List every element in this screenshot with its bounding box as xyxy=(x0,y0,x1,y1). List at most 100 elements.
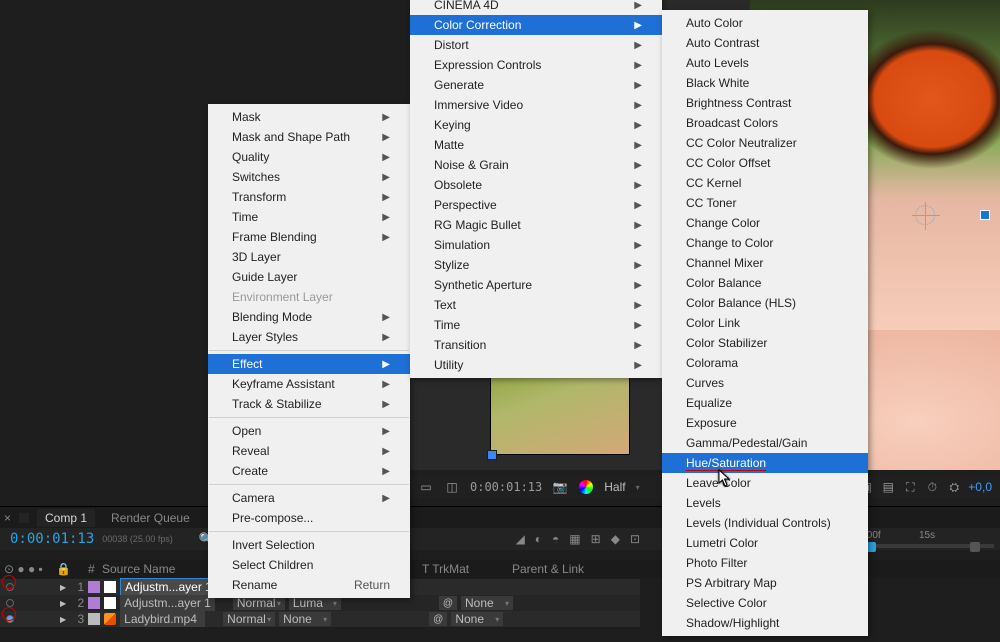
render-icon[interactable]: ⛶ xyxy=(902,479,918,495)
menu-item-cc-toner[interactable]: CC Toner xyxy=(662,193,868,213)
menu-item-effect[interactable]: Effect▶ xyxy=(208,354,410,374)
menu-item-auto-levels[interactable]: Auto Levels xyxy=(662,53,868,73)
menu-item-transform[interactable]: Transform▶ xyxy=(208,187,410,207)
menu-item-expression-controls[interactable]: Expression Controls▶ xyxy=(410,55,662,75)
menu-item-mask-and-shape-path[interactable]: Mask and Shape Path▶ xyxy=(208,127,410,147)
menu-item-camera[interactable]: Camera▶ xyxy=(208,488,410,508)
menu-item-change-color[interactable]: Change Color xyxy=(662,213,868,233)
layer-name[interactable]: Ladybird.mp4 xyxy=(120,611,205,627)
menu-item-pre-compose[interactable]: Pre-compose... xyxy=(208,508,410,528)
magnification-icon[interactable]: ▭ xyxy=(418,479,434,495)
channel-button[interactable] xyxy=(578,479,594,495)
menu-item-auto-color[interactable]: Auto Color xyxy=(662,13,868,33)
menu-item-colorama[interactable]: Colorama xyxy=(662,353,868,373)
parent-pickwhip-icon[interactable]: @ xyxy=(439,596,457,610)
expand-icon[interactable]: ▶ xyxy=(60,599,66,608)
layer-row[interactable]: ▶ 3 Ladybird.mp4 Normal▾ None▾ @ None▾ xyxy=(0,611,640,627)
menu-item-generate[interactable]: Generate▶ xyxy=(410,75,662,95)
menu-item-equalize[interactable]: Equalize xyxy=(662,393,868,413)
menu-item-cc-color-neutralizer[interactable]: CC Color Neutralizer xyxy=(662,133,868,153)
columns-icon[interactable]: ⊞ xyxy=(591,532,601,546)
menu-item-gamma-pedestal-gain[interactable]: Gamma/Pedestal/Gain xyxy=(662,433,868,453)
timeline-icon[interactable]: ⏱ xyxy=(924,479,940,495)
menu-item-cc-color-offset[interactable]: CC Color Offset xyxy=(662,153,868,173)
layer-name[interactable]: Adjustm...ayer 1 xyxy=(120,595,215,611)
switches-icon[interactable]: ⊡ xyxy=(630,532,640,546)
menu-item-curves[interactable]: Curves xyxy=(662,373,868,393)
exposure-value[interactable]: +0,0 xyxy=(968,480,992,494)
menu-item-exposure[interactable]: Exposure xyxy=(662,413,868,433)
current-timecode[interactable]: 0:00:01:13 xyxy=(10,531,94,547)
blend-mode-dropdown[interactable]: Normal▾ xyxy=(223,612,275,626)
menu-item-brightness-contrast[interactable]: Brightness Contrast xyxy=(662,93,868,113)
menu-item-matte[interactable]: Matte▶ xyxy=(410,135,662,155)
menu-item-quality[interactable]: Quality▶ xyxy=(208,147,410,167)
track-matte-dropdown[interactable]: None▾ xyxy=(279,612,331,626)
visibility-toggle-icon[interactable] xyxy=(6,599,14,607)
menu-item-lumetri-color[interactable]: Lumetri Color xyxy=(662,533,868,553)
menu-item-create[interactable]: Create▶ xyxy=(208,461,410,481)
menu-item-blending-mode[interactable]: Blending Mode▶ xyxy=(208,307,410,327)
layer-name[interactable]: Adjustm...ayer 1 xyxy=(120,578,217,596)
menu-item-time[interactable]: Time▶ xyxy=(410,315,662,335)
menu-item-color-balance-hls[interactable]: Color Balance (HLS) xyxy=(662,293,868,313)
menu-item-black-white[interactable]: Black White xyxy=(662,73,868,93)
menu-item-color-correction[interactable]: Color Correction▶ xyxy=(410,15,662,35)
menu-item-guide-layer[interactable]: Guide Layer xyxy=(208,267,410,287)
shutter-icon[interactable]: ⛭ xyxy=(946,479,962,495)
composition-tab[interactable]: Comp 1 xyxy=(37,509,95,527)
menu-item-selective-color[interactable]: Selective Color xyxy=(662,593,868,613)
menu-item-mask[interactable]: Mask▶ xyxy=(208,107,410,127)
expand-icon[interactable]: ▶ xyxy=(60,615,66,624)
menu-item-rg-magic-bullet[interactable]: RG Magic Bullet▶ xyxy=(410,215,662,235)
menu-item-layer-styles[interactable]: Layer Styles▶ xyxy=(208,327,410,347)
guides-icon[interactable]: ▤ xyxy=(880,479,896,495)
resolution-dropdown[interactable]: Half xyxy=(604,480,625,494)
label-color-swatch[interactable] xyxy=(88,597,100,609)
menu-item-levels-individual-controls[interactable]: Levels (Individual Controls) xyxy=(662,513,868,533)
close-tab-icon[interactable]: × xyxy=(4,511,11,525)
menu-item-cc-kernel[interactable]: CC Kernel xyxy=(662,173,868,193)
transform-handle[interactable] xyxy=(980,210,990,220)
grid-toggle-button[interactable]: ◫ xyxy=(444,479,460,495)
menu-item-noise-grain[interactable]: Noise & Grain▶ xyxy=(410,155,662,175)
menu-item-levels[interactable]: Levels xyxy=(662,493,868,513)
menu-item-track-stabilize[interactable]: Track & Stabilize▶ xyxy=(208,394,410,414)
shy-toggle-icon[interactable]: ◢ xyxy=(516,532,525,546)
blend-mode-dropdown[interactable]: Normal▾ xyxy=(233,596,285,610)
snapshot-button[interactable]: 📷 xyxy=(552,479,568,495)
graph-editor-icon[interactable]: ▦ xyxy=(569,532,580,546)
menu-item-change-to-color[interactable]: Change to Color xyxy=(662,233,868,253)
menu-item-color-balance[interactable]: Color Balance xyxy=(662,273,868,293)
menu-item-broadcast-colors[interactable]: Broadcast Colors xyxy=(662,113,868,133)
menu-item-keyframe-assistant[interactable]: Keyframe Assistant▶ xyxy=(208,374,410,394)
track-matte-dropdown[interactable]: Luma▾ xyxy=(289,596,341,610)
menu-item-hue-saturation[interactable]: Hue/Saturation xyxy=(662,453,868,473)
menu-item-shadow-highlight[interactable]: Shadow/Highlight xyxy=(662,613,868,633)
menu-item-ps-arbitrary-map[interactable]: PS Arbitrary Map xyxy=(662,573,868,593)
parent-pickwhip-icon[interactable]: @ xyxy=(429,612,447,626)
menu-item-transition[interactable]: Transition▶ xyxy=(410,335,662,355)
menu-item-reveal[interactable]: Reveal▶ xyxy=(208,441,410,461)
menu-item-channel-mixer[interactable]: Channel Mixer xyxy=(662,253,868,273)
label-color-swatch[interactable] xyxy=(88,613,100,625)
menu-item-switches[interactable]: Switches▶ xyxy=(208,167,410,187)
menu-item-3d-layer[interactable]: 3D Layer xyxy=(208,247,410,267)
menu-item-select-children[interactable]: Select Children xyxy=(208,555,410,575)
label-color-swatch[interactable] xyxy=(88,581,100,593)
menu-item-keying[interactable]: Keying▶ xyxy=(410,115,662,135)
menu-item-text[interactable]: Text▶ xyxy=(410,295,662,315)
parent-dropdown[interactable]: None▾ xyxy=(451,612,503,626)
menu-item-simulation[interactable]: Simulation▶ xyxy=(410,235,662,255)
menu-item-rename[interactable]: RenameReturn xyxy=(208,575,410,595)
menu-item-stylize[interactable]: Stylize▶ xyxy=(410,255,662,275)
menu-item-obsolete[interactable]: Obsolete▶ xyxy=(410,175,662,195)
parent-dropdown[interactable]: None▾ xyxy=(461,596,513,610)
menu-item-time[interactable]: Time▶ xyxy=(208,207,410,227)
expand-icon[interactable]: ▶ xyxy=(60,583,66,592)
menu-item-frame-blending[interactable]: Frame Blending▶ xyxy=(208,227,410,247)
menu-item-immersive-video[interactable]: Immersive Video▶ xyxy=(410,95,662,115)
menu-item-color-stabilizer[interactable]: Color Stabilizer xyxy=(662,333,868,353)
motion-blur-icon[interactable]: ◓ xyxy=(552,532,559,546)
menu-item-distort[interactable]: Distort▶ xyxy=(410,35,662,55)
